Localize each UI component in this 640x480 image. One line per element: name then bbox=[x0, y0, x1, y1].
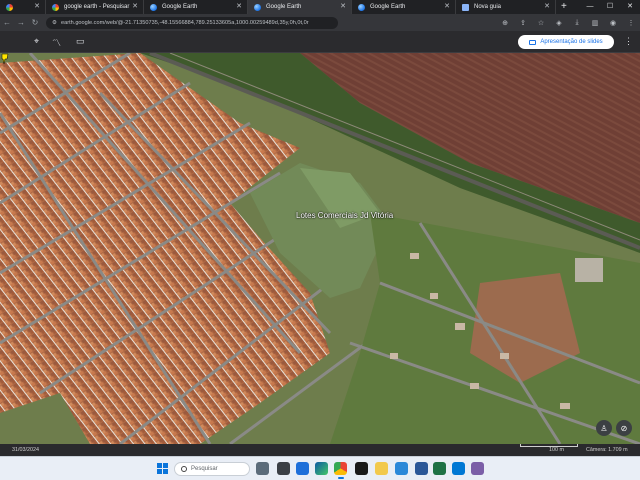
address-input[interactable]: ⚙ earth.google.com/web/@-21.71350735,-48… bbox=[46, 16, 338, 29]
camera-altitude: Câmera: 1.709 m bbox=[586, 447, 628, 453]
extensions-icon[interactable]: ◈ bbox=[550, 19, 568, 27]
imagery-date: 31/03/2024 bbox=[12, 447, 39, 453]
tab-label: Nova guia bbox=[474, 4, 502, 10]
minimize-icon[interactable]: — bbox=[580, 0, 600, 14]
tab-5[interactable]: Google Earth ✕ bbox=[352, 0, 456, 14]
tab-label: Google Earth bbox=[370, 4, 406, 10]
tab-4-active[interactable]: Google Earth ✕ bbox=[248, 0, 352, 14]
satellite-map[interactable]: Lotes Comerciais Jd Vitória ♙ ⊘ bbox=[0, 53, 640, 444]
google-icon bbox=[6, 3, 13, 11]
compass-icon[interactable]: ⊘ bbox=[616, 420, 632, 436]
fullscreen-icon[interactable]: ▭ bbox=[76, 36, 85, 47]
profile-icon[interactable]: ◉ bbox=[604, 19, 622, 27]
more-options-icon[interactable]: ⋮ bbox=[624, 36, 633, 47]
status-bar: 31/03/2024 100 m Câmera: 1.709 m bbox=[0, 444, 640, 456]
earth-icon bbox=[150, 3, 157, 11]
close-tab-icon[interactable]: ✕ bbox=[132, 2, 138, 10]
path-icon[interactable]: 〽 bbox=[52, 36, 61, 49]
word-icon[interactable] bbox=[415, 462, 428, 475]
close-tab-icon[interactable]: ✕ bbox=[544, 2, 550, 10]
tab-strip: ✕ google earth - Pesquisar ✕ Google Eart… bbox=[0, 0, 640, 14]
new-tab-button[interactable]: + bbox=[556, 0, 572, 14]
tab-1[interactable]: ✕ bbox=[0, 0, 46, 14]
chrome-icon[interactable] bbox=[334, 462, 347, 479]
close-window-icon[interactable]: ✕ bbox=[620, 0, 640, 14]
close-tab-icon[interactable]: ✕ bbox=[34, 2, 40, 10]
taskbar-search-label: Pesquisar bbox=[191, 466, 218, 472]
store-icon[interactable] bbox=[395, 462, 408, 475]
site-info-icon[interactable]: ⚙ bbox=[52, 20, 57, 26]
sidebar-icon[interactable]: ▥ bbox=[586, 19, 604, 27]
tab-label: Google Earth bbox=[162, 4, 198, 10]
earth-icon bbox=[254, 3, 261, 11]
tab-label: google earth - Pesquisar bbox=[64, 4, 130, 10]
tab-6[interactable]: Nova guia ✕ bbox=[456, 0, 556, 14]
share-icon[interactable]: ⇪ bbox=[514, 19, 532, 27]
window-controls: — ☐ ✕ bbox=[580, 0, 640, 14]
url-text: earth.google.com/web/@-21.71350735,-48.1… bbox=[61, 19, 309, 26]
close-tab-icon[interactable]: ✕ bbox=[444, 2, 450, 10]
tab-label: Google Earth bbox=[266, 4, 302, 10]
earth-icon bbox=[358, 3, 365, 11]
file-explorer-icon[interactable] bbox=[375, 462, 388, 475]
teams-icon[interactable] bbox=[471, 462, 484, 475]
task-view-icon[interactable] bbox=[277, 462, 290, 475]
maximize-icon[interactable]: ☐ bbox=[600, 0, 620, 14]
google-icon bbox=[52, 3, 59, 11]
excel-icon[interactable] bbox=[433, 462, 446, 475]
back-icon[interactable]: ← bbox=[0, 18, 14, 27]
windows-start-icon[interactable] bbox=[157, 463, 168, 474]
taskbar-search-input[interactable]: Pesquisar bbox=[174, 462, 250, 476]
address-bar-row: ← → ↻ ⚙ earth.google.com/web/@-21.713507… bbox=[0, 14, 640, 31]
slideshow-icon bbox=[529, 39, 537, 45]
taskbar: Pesquisar bbox=[0, 456, 640, 480]
placemark-icon[interactable]: ⌖ bbox=[34, 36, 39, 47]
outlook-icon[interactable] bbox=[452, 462, 465, 475]
scale-label: 100 m bbox=[549, 447, 564, 453]
satellite-imagery bbox=[0, 53, 640, 444]
tab-2[interactable]: google earth - Pesquisar ✕ bbox=[46, 0, 144, 14]
zoom-icon[interactable]: ⊕ bbox=[496, 19, 514, 27]
earth-toolbar: ⌖ 〽 ▭ Apresentação de slides ⋮ bbox=[0, 31, 640, 53]
newtab-icon bbox=[462, 3, 469, 11]
close-tab-icon[interactable]: ✕ bbox=[340, 2, 346, 10]
browser-menu-icon[interactable]: ⋮ bbox=[622, 19, 640, 27]
address-bar-actions: ⊕ ⇪ ☆ ◈ ⤓ ▥ ◉ ⋮ bbox=[496, 14, 640, 31]
close-tab-icon[interactable]: ✕ bbox=[236, 2, 242, 10]
browser-window: ✕ google earth - Pesquisar ✕ Google Eart… bbox=[0, 0, 640, 480]
tab-3[interactable]: Google Earth ✕ bbox=[144, 0, 248, 14]
street-view-icon[interactable]: ♙ bbox=[596, 420, 612, 436]
placemark-pin-icon[interactable] bbox=[0, 53, 10, 65]
edge-icon[interactable] bbox=[315, 462, 328, 475]
bookmark-star-icon[interactable]: ☆ bbox=[532, 19, 550, 27]
dell-icon[interactable] bbox=[355, 462, 368, 475]
presentation-button-label: Apresentação de slides bbox=[540, 39, 603, 45]
chat-icon[interactable] bbox=[296, 462, 309, 475]
presentation-button[interactable]: Apresentação de slides bbox=[518, 35, 614, 49]
reload-icon[interactable]: ↻ bbox=[28, 18, 42, 27]
downloads-icon[interactable]: ⤓ bbox=[568, 19, 586, 27]
search-icon bbox=[181, 466, 187, 472]
place-label[interactable]: Lotes Comerciais Jd Vitória bbox=[296, 211, 393, 220]
forward-icon[interactable]: → bbox=[14, 18, 28, 27]
widget-icon[interactable] bbox=[256, 462, 269, 475]
scale-bar bbox=[520, 444, 578, 447]
